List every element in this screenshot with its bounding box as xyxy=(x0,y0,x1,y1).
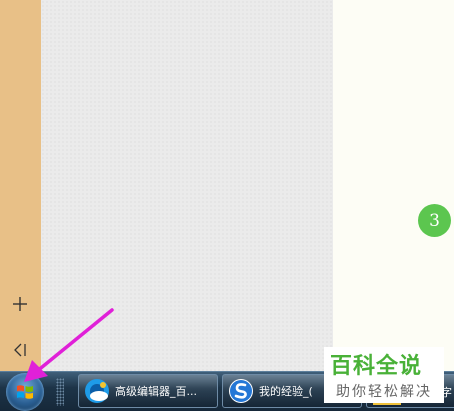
taskbar-grip xyxy=(56,378,64,406)
plus-icon xyxy=(13,297,27,311)
add-button[interactable] xyxy=(6,292,34,316)
baike-watermark: 百科全说 助你轻松解决 xyxy=(324,347,444,403)
collapse-left-icon xyxy=(14,343,26,357)
windows-logo-icon xyxy=(17,385,33,399)
watermark-title: 百科全说 xyxy=(330,354,423,379)
sogou-browser-icon xyxy=(229,379,253,403)
right-panel xyxy=(333,0,454,371)
screen: 3 高级编辑器_百... 我的经验_(字 百科全说 助你轻松解决 xyxy=(0,0,454,411)
qq-browser-icon xyxy=(85,379,109,403)
step-number-badge: 3 xyxy=(418,204,451,237)
left-toolbar xyxy=(0,0,41,371)
editor-canvas[interactable] xyxy=(41,0,333,371)
collapse-button[interactable] xyxy=(6,338,34,362)
watermark-subtitle: 助你轻松解决 xyxy=(336,384,432,400)
taskbar-item-label: 高级编辑器_百... xyxy=(115,385,197,398)
taskbar-item-qq-browser[interactable]: 高级编辑器_百... xyxy=(78,374,218,408)
taskbar-item-label: 我的经验_( xyxy=(259,385,313,398)
start-button[interactable] xyxy=(6,373,44,411)
